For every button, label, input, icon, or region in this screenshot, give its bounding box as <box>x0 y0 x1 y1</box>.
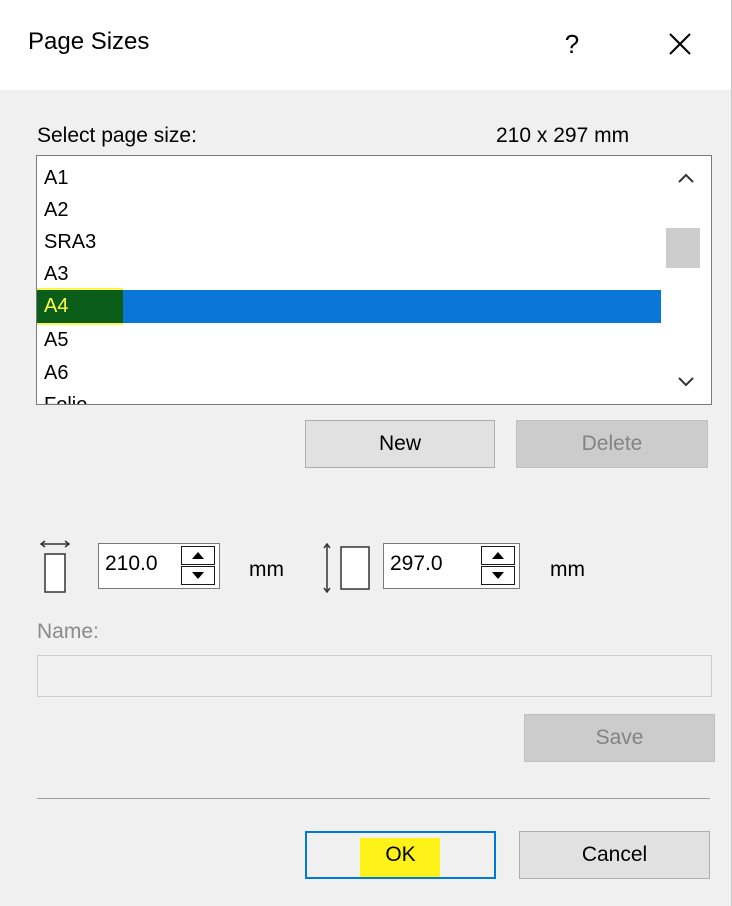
width-input[interactable]: 210.0 <box>98 543 220 589</box>
height-increment-button[interactable] <box>481 546 515 565</box>
scroll-thumb[interactable] <box>666 228 700 268</box>
triangle-down-icon <box>492 572 504 579</box>
list-item-a6[interactable]: A6 <box>37 357 661 390</box>
dialog-title: Page Sizes <box>28 28 150 55</box>
new-button[interactable]: New <box>305 420 495 468</box>
width-value: 210.0 <box>105 552 158 575</box>
list-item-sra3[interactable]: SRA3 <box>37 226 661 259</box>
help-button[interactable]: ? <box>556 24 588 64</box>
width-increment-button[interactable] <box>181 546 215 565</box>
triangle-up-icon <box>192 552 204 559</box>
height-unit-label: mm <box>550 558 585 581</box>
list-item-a4[interactable]: A4 <box>37 288 661 325</box>
height-value: 297.0 <box>390 552 443 575</box>
height-spinner[interactable] <box>481 546 517 586</box>
title-bar: Page Sizes ? <box>0 0 732 90</box>
name-input[interactable] <box>37 655 712 697</box>
current-size-readout: 210 x 297 mm <box>496 124 630 147</box>
list-item-a2[interactable]: A2 <box>37 194 661 227</box>
triangle-down-icon <box>192 572 204 579</box>
close-icon <box>669 33 691 55</box>
page-height-icon <box>323 542 370 594</box>
separator <box>37 798 710 799</box>
triangle-up-icon <box>492 552 504 559</box>
list-item-a3[interactable]: A3 <box>37 258 661 291</box>
width-spinner[interactable] <box>181 546 217 586</box>
ok-button[interactable]: OK <box>305 831 496 879</box>
delete-button[interactable]: Delete <box>516 420 708 468</box>
save-button[interactable]: Save <box>524 714 715 762</box>
scroll-up-button[interactable] <box>662 160 711 196</box>
listbox-scrollbar[interactable] <box>662 156 711 404</box>
height-input[interactable]: 297.0 <box>383 543 520 589</box>
list-item-a1[interactable]: A1 <box>37 162 661 195</box>
scroll-down-button[interactable] <box>662 364 711 400</box>
width-decrement-button[interactable] <box>181 566 215 585</box>
list-item-folio[interactable]: Folio <box>37 389 661 404</box>
page-size-listbox[interactable]: A1 A2 SRA3 A3 A4 A5 A6 Folio <box>36 155 712 405</box>
cancel-button[interactable]: Cancel <box>519 831 710 879</box>
chevron-up-icon <box>678 173 694 183</box>
page-width-icon <box>39 540 71 593</box>
select-page-size-label: Select page size: <box>37 124 197 147</box>
close-button[interactable] <box>660 24 700 64</box>
list-item-a5[interactable]: A5 <box>37 324 661 357</box>
name-label: Name: <box>37 620 99 643</box>
height-decrement-button[interactable] <box>481 566 515 585</box>
chevron-down-icon <box>678 377 694 387</box>
ok-label: OK <box>385 843 416 866</box>
width-unit-label: mm <box>249 558 284 581</box>
